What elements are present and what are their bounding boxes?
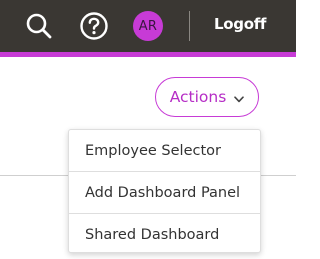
header-accent-line — [0, 52, 296, 57]
help-button[interactable] — [78, 10, 110, 42]
menu-item-shared-dashboard[interactable]: Shared Dashboard — [69, 213, 260, 255]
search-icon — [25, 12, 53, 40]
logoff-link[interactable]: Logoff — [214, 15, 266, 33]
actions-label: Actions — [169, 88, 227, 106]
menu-item-add-dashboard-panel[interactable]: Add Dashboard Panel — [69, 171, 260, 213]
chevron-down-icon — [234, 88, 245, 107]
user-avatar[interactable]: AR — [133, 11, 163, 41]
avatar-initials: AR — [138, 18, 158, 34]
menu-item-label: Shared Dashboard — [85, 226, 220, 243]
top-navigation-bar: AR Logoff — [0, 0, 296, 52]
menu-item-label: Employee Selector — [85, 142, 221, 159]
search-button[interactable] — [23, 10, 55, 42]
menu-item-label: Add Dashboard Panel — [85, 184, 241, 201]
actions-dropdown-menu: Employee Selector Add Dashboard Panel Sh… — [68, 129, 261, 253]
actions-dropdown-button[interactable]: Actions — [155, 77, 259, 117]
help-circle-icon — [79, 11, 109, 41]
header-divider — [189, 11, 190, 41]
menu-item-employee-selector[interactable]: Employee Selector — [69, 130, 260, 171]
